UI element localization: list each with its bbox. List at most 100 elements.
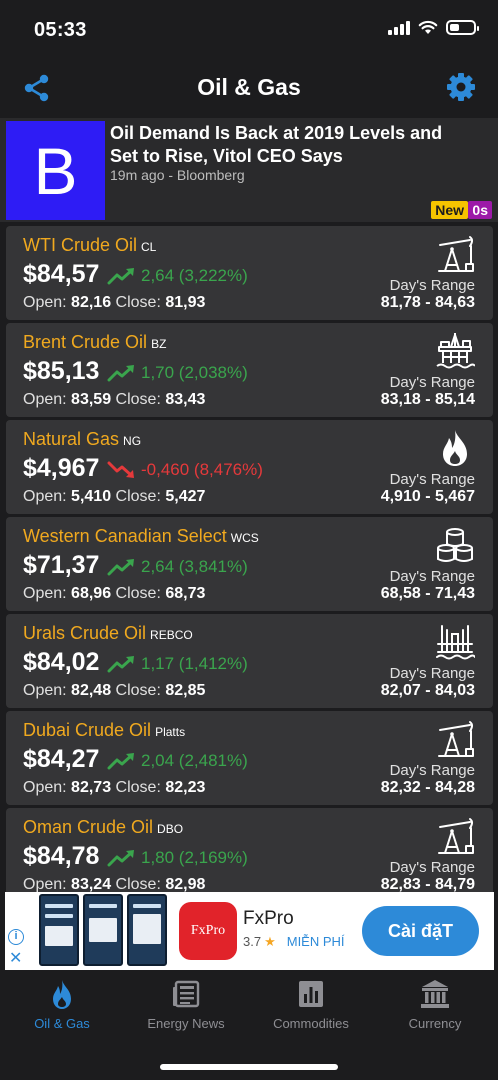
quote-card[interactable]: Oman Crude Oil DBO $84,78 1,80 (2,169%) Open… [6, 808, 493, 892]
commodity-name-text: Natural Gas [23, 429, 120, 449]
days-range-label: Day's Range [389, 277, 475, 294]
status-time: 05:33 [34, 19, 87, 41]
open-value: 82,16 [71, 294, 112, 311]
commodity-name-text: WTI Crude Oil [23, 235, 138, 255]
news-banner[interactable]: B Oil Demand Is Back at 2019 Levels and … [0, 118, 498, 222]
days-range-value: 82,32 - 84,28 [380, 779, 475, 796]
news-logo-letter: B [33, 133, 78, 208]
open-label: Open: [23, 391, 67, 408]
price-change-value: 1,17 (1,412%) [141, 654, 248, 673]
bar-chart-icon [299, 981, 323, 1007]
tab-bar: Oil & Gas Energy News Commodities Currency [0, 970, 498, 1080]
price-change: 1,17 (1,412%) [107, 654, 248, 674]
news-title[interactable]: Oil Demand Is Back at 2019 Levels and Se… [110, 122, 474, 168]
open-value: 5,410 [71, 488, 112, 505]
commodity-price: $84,27 [23, 745, 100, 773]
commodity-code: CL [141, 240, 157, 254]
ad-banner[interactable]: i ✕ FxPro FxPro 3.7 ★ MIỄN PHÍ Cài đặT [5, 892, 494, 970]
commodity-price: $84,02 [23, 648, 100, 676]
gear-icon[interactable] [446, 72, 476, 102]
commodity-name: Natural Gas NG [23, 429, 141, 450]
age-badge: 0s [468, 201, 492, 219]
commodity-name: Dubai Crude Oil Platts [23, 720, 185, 741]
close-label: Close: [115, 391, 161, 408]
price-change-value: 2,64 (3,841%) [141, 557, 248, 576]
ad-screenshot [127, 894, 167, 966]
trend-up-icon [107, 268, 134, 285]
ad-screenshot [83, 894, 123, 966]
close-icon[interactable]: ✕ [9, 948, 22, 968]
close-label: Close: [115, 488, 161, 505]
commodity-price: $84,78 [23, 842, 100, 870]
ad-screenshot [39, 894, 79, 966]
tab-label: Currency [408, 1016, 462, 1031]
commodity-name: Western Canadian Select WCS [23, 526, 259, 547]
quote-card[interactable]: Natural Gas NG $4,967 -0,460 (8,476%) Open: … [6, 420, 493, 514]
price-change: 1,80 (2,169%) [107, 848, 248, 868]
price-change-value: 2,64 (3,222%) [141, 266, 248, 285]
commodity-name: Brent Crude Oil BZ [23, 332, 166, 353]
status-bar: 05:33 [0, 0, 498, 60]
quote-card[interactable]: Dubai Crude Oil Platts $84,27 2,04 (2,481%)… [6, 711, 493, 805]
quote-card[interactable]: Urals Crude Oil REBCO $84,02 1,17 (1,412%) O… [6, 614, 493, 708]
info-icon[interactable]: i [8, 929, 24, 945]
price-change: 2,04 (2,481%) [107, 751, 248, 771]
new-badge: New [431, 201, 468, 219]
open-close: Open: 68,96 Close: 68,73 [23, 585, 205, 603]
open-label: Open: [23, 294, 67, 311]
open-value: 68,96 [71, 585, 112, 602]
days-range-value: 81,78 - 84,63 [380, 294, 475, 311]
trend-down-icon [107, 461, 134, 478]
star-icon: ★ [264, 934, 276, 949]
newspaper-icon [173, 980, 200, 1008]
wifi-icon [418, 20, 438, 34]
commodity-name: WTI Crude Oil CL [23, 235, 156, 256]
bank-icon [421, 980, 449, 1008]
ad-app-logo: FxPro [179, 902, 237, 960]
days-range-label: Day's Range [389, 762, 475, 779]
commodity-code: NG [123, 434, 142, 448]
close-value: 82,23 [165, 779, 206, 796]
open-label: Open: [23, 779, 67, 796]
close-label: Close: [115, 779, 161, 796]
nav-bar: Oil & Gas [0, 60, 498, 116]
ad-price: MIỄN PHÍ [286, 934, 345, 949]
price-change-value: 1,80 (2,169%) [141, 848, 248, 867]
tab-currency[interactable]: Currency [373, 978, 497, 1031]
quote-card[interactable]: Brent Crude Oil BZ $85,13 1,70 (2,038%) Open… [6, 323, 493, 417]
commodity-code: DBO [157, 822, 184, 836]
open-value: 82,48 [71, 682, 112, 699]
tab-label: Oil & Gas [34, 1016, 90, 1031]
commodity-name-text: Dubai Crude Oil [23, 720, 152, 740]
install-button[interactable]: Cài đặT [362, 906, 479, 956]
price-change: 1,70 (2,038%) [107, 363, 248, 383]
commodity-price: $4,967 [23, 454, 100, 482]
open-close: Open: 82,48 Close: 82,85 [23, 682, 205, 700]
tab-oil-gas[interactable]: Oil & Gas [0, 978, 124, 1031]
tab-energy-news[interactable]: Energy News [124, 978, 248, 1031]
commodity-price: $85,13 [23, 357, 100, 385]
close-label: Close: [115, 876, 161, 892]
commodity-price: $71,37 [23, 551, 100, 579]
open-label: Open: [23, 488, 67, 505]
tab-commodities[interactable]: Commodities [249, 978, 373, 1031]
signal-icon [388, 20, 410, 35]
ad-rating: 3.7 ★ MIỄN PHÍ [243, 934, 345, 950]
close-value: 68,73 [165, 585, 206, 602]
quote-list[interactable]: WTI Crude Oil CL $84,57 2,64 (3,222%) Open: … [6, 226, 493, 892]
status-icons [388, 20, 479, 35]
quote-card[interactable]: Western Canadian Select WCS $71,37 2,64 (3,… [6, 517, 493, 611]
quote-card[interactable]: WTI Crude Oil CL $84,57 2,64 (3,222%) Open: … [6, 226, 493, 320]
commodity-code: BZ [151, 337, 167, 351]
ad-app-name: FxPro [243, 908, 294, 929]
trend-up-icon [107, 850, 134, 867]
commodity-name-text: Oman Crude Oil [23, 817, 154, 837]
days-range-label: Day's Range [389, 374, 475, 391]
days-range-value: 83,18 - 85,14 [380, 391, 475, 408]
trend-up-icon [107, 753, 134, 770]
page-title: Oil & Gas [197, 74, 301, 100]
tab-label: Commodities [273, 1016, 349, 1031]
days-range-label: Day's Range [389, 471, 475, 488]
commodity-code: REBCO [150, 628, 193, 642]
close-value: 81,93 [165, 294, 206, 311]
